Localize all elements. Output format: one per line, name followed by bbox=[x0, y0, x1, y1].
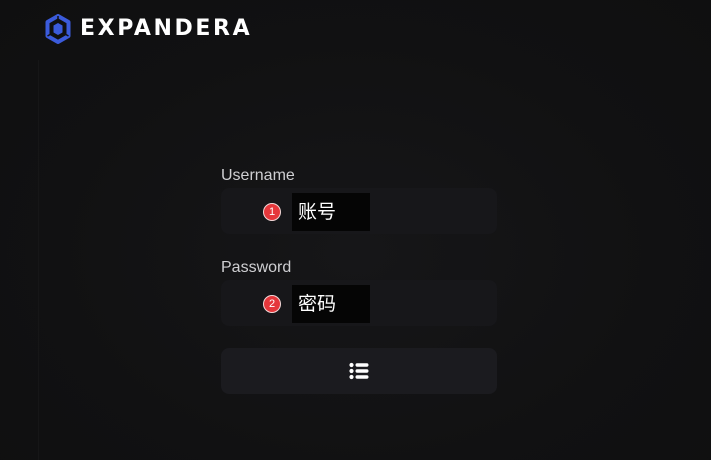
login-submit-button[interactable] bbox=[221, 348, 497, 394]
username-input[interactable] bbox=[292, 193, 370, 231]
hexagon-logo-icon bbox=[45, 14, 71, 44]
brand-header: EXPANDERA bbox=[45, 14, 252, 44]
password-field-container[interactable]: 2 bbox=[221, 280, 497, 326]
password-input[interactable] bbox=[292, 285, 370, 323]
username-field-container[interactable]: 1 bbox=[221, 188, 497, 234]
password-label: Password bbox=[221, 259, 292, 276]
step-marker-2: 2 bbox=[263, 295, 281, 313]
step-marker-1: 1 bbox=[263, 203, 281, 221]
list-icon bbox=[349, 362, 369, 380]
brand-name: EXPANDERA bbox=[80, 16, 253, 41]
login-form: Username 1 Password 2 bbox=[221, 166, 497, 394]
background-divider bbox=[38, 60, 39, 460]
username-label: Username bbox=[221, 167, 295, 184]
login-page: EXPANDERA Username 1 Password 2 bbox=[0, 0, 711, 460]
